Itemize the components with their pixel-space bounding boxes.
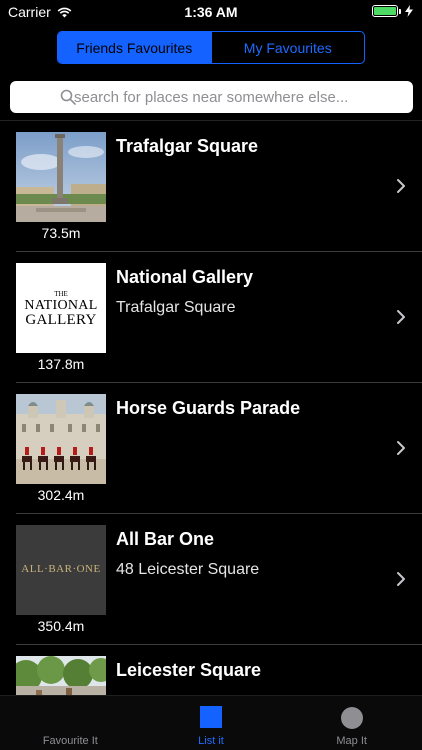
status-time: 1:36 AM bbox=[184, 4, 238, 20]
tab-label: Favourite It bbox=[42, 735, 98, 747]
place-subtitle: Trafalgar Square bbox=[116, 299, 236, 316]
place-distance: 302.4m bbox=[37, 487, 85, 503]
status-bar: Carrier 1:36 AM bbox=[0, 0, 422, 24]
place-row-leicester-square[interactable]: Leicester Square bbox=[0, 645, 422, 695]
place-row-all-bar-one[interactable]: ALL·BAR·ONE 350.4m All Bar One 48 Leices… bbox=[0, 514, 422, 645]
place-title: Horse Guards Parade bbox=[116, 398, 301, 418]
tab-bar: Favourite It List it Map It bbox=[0, 695, 422, 750]
chevron-right-icon bbox=[397, 310, 405, 324]
place-row-trafalgar-square[interactable]: 73.5m Trafalgar Square bbox=[0, 121, 422, 252]
place-title: Leicester Square bbox=[116, 660, 262, 680]
places-list[interactable]: 73.5m Trafalgar Square THE NATIONAL GALL… bbox=[0, 121, 422, 695]
chevron-right-icon bbox=[397, 441, 405, 455]
place-distance: 137.8m bbox=[37, 356, 85, 372]
battery-icon bbox=[372, 5, 401, 17]
chevron-right-icon bbox=[397, 179, 405, 193]
battery-level bbox=[374, 7, 396, 15]
tab-favourite-it[interactable]: Favourite It bbox=[0, 696, 141, 750]
search-input[interactable] bbox=[48, 88, 413, 106]
place-distance: 73.5m bbox=[41, 225, 81, 241]
search-bar bbox=[10, 81, 413, 113]
place-thumbnail-national-gallery: THE NATIONAL GALLERY bbox=[16, 263, 106, 353]
chevron-right-icon bbox=[397, 572, 405, 586]
place-title: National Gallery bbox=[116, 267, 254, 287]
place-title: Trafalgar Square bbox=[116, 136, 259, 156]
segment-my-favourites[interactable]: My Favourites bbox=[210, 32, 365, 63]
tab-list-it[interactable]: List it bbox=[141, 696, 282, 750]
place-distance: 350.4m bbox=[37, 618, 85, 634]
place-title: All Bar One bbox=[116, 529, 215, 549]
tab-map-it[interactable]: Map It bbox=[281, 696, 422, 750]
map-circle-icon bbox=[340, 707, 363, 729]
favourites-segmented-control: Friends Favourites My Favourites bbox=[57, 31, 365, 64]
national-gallery-logo: THE NATIONAL GALLERY bbox=[24, 290, 98, 328]
place-thumbnail-leicester bbox=[16, 656, 106, 695]
tab-label: List it bbox=[198, 735, 224, 747]
place-thumbnail-trafalgar bbox=[16, 132, 106, 222]
app-screen: Carrier 1:36 AM Friends Favourites My Fa… bbox=[0, 0, 422, 750]
search-icon bbox=[60, 89, 76, 105]
charging-bolt-icon bbox=[405, 5, 413, 17]
place-thumbnail-horse-guards bbox=[16, 394, 106, 484]
place-row-national-gallery[interactable]: THE NATIONAL GALLERY 137.8m National Gal… bbox=[0, 252, 422, 383]
list-square-icon bbox=[200, 706, 222, 728]
place-thumbnail-all-bar-one: ALL·BAR·ONE bbox=[16, 525, 106, 615]
status-right bbox=[372, 5, 414, 17]
place-subtitle: 48 Leicester Square bbox=[116, 561, 260, 578]
all-bar-one-logo: ALL·BAR·ONE bbox=[21, 563, 101, 575]
place-row-horse-guards-parade[interactable]: 302.4m Horse Guards Parade bbox=[0, 383, 422, 514]
segment-friends-favourites[interactable]: Friends Favourites bbox=[58, 32, 211, 63]
tab-label: Map It bbox=[336, 735, 367, 747]
